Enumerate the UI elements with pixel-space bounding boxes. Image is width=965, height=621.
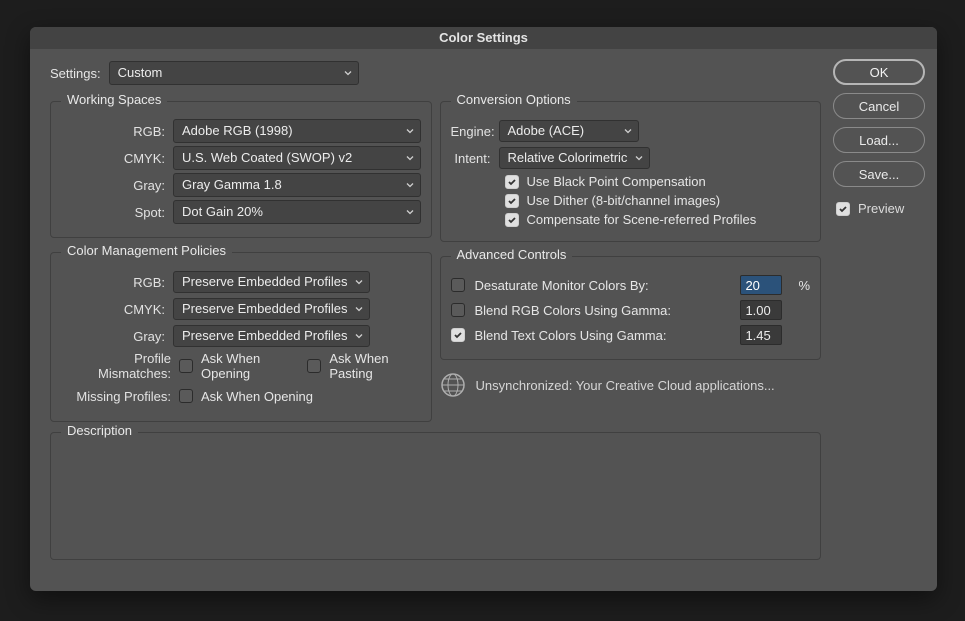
preview-label: Preview [858,201,904,216]
ws-spot-select[interactable]: Dot Gain 20% [173,200,421,224]
pol-rgb-value: Preserve Embedded Profiles [182,272,347,292]
unsync-text: Unsynchronized: Your Creative Cloud appl… [476,378,775,393]
intent-value: Relative Colorimetric [508,148,628,168]
working-spaces-legend: Working Spaces [61,92,167,107]
missing-open-checkbox[interactable]: Ask When Opening [179,389,313,404]
advanced-legend: Advanced Controls [451,247,573,262]
description-legend: Description [61,423,138,438]
ws-gray-label: Gray: [61,178,173,193]
chevron-down-icon [355,305,363,313]
bpc-text: Use Black Point Compensation [527,174,706,189]
chevron-down-icon [406,181,414,189]
desat-input[interactable] [740,275,782,295]
checkbox-icon [179,389,193,403]
blend-text-checkbox[interactable] [451,328,465,342]
blend-rgb-checkbox[interactable] [451,303,465,317]
settings-select-value: Custom [118,62,163,84]
mismatch-open-text: Ask When Opening [201,351,297,381]
engine-select[interactable]: Adobe (ACE) [499,120,639,142]
pol-cmyk-label: CMYK: [61,302,173,317]
ws-spot-value: Dot Gain 20% [182,201,263,223]
chevron-down-icon [635,154,643,162]
mismatch-open-checkbox[interactable]: Ask When Opening [179,351,297,381]
desat-label: Desaturate Monitor Colors By: [475,278,731,293]
ok-button[interactable]: OK [833,59,925,85]
chevron-down-icon [406,154,414,162]
missing-open-text: Ask When Opening [201,389,313,404]
advanced-group: Advanced Controls Desaturate Monitor Col… [440,256,822,360]
chevron-down-icon [624,127,632,135]
desat-checkbox[interactable] [451,278,465,292]
ws-rgb-value: Adobe RGB (1998) [182,120,293,142]
pol-cmyk-value: Preserve Embedded Profiles [182,299,347,319]
ws-cmyk-value: U.S. Web Coated (SWOP) v2 [182,147,352,169]
mismatch-paste-text: Ask When Pasting [329,351,420,381]
settings-select[interactable]: Custom [109,61,359,85]
blend-text-label: Blend Text Colors Using Gamma: [475,328,731,343]
checkbox-icon [505,175,519,189]
ws-spot-label: Spot: [61,205,173,220]
pol-gray-label: Gray: [61,329,173,344]
scene-text: Compensate for Scene-referred Profiles [527,212,757,227]
blend-rgb-input[interactable] [740,300,782,320]
mismatch-label: Profile Mismatches: [61,351,179,381]
desat-pct: % [798,278,810,293]
settings-label: Settings: [50,66,101,81]
color-settings-dialog: Color Settings Settings: Custom Working … [30,27,937,591]
preview-checkbox[interactable] [836,202,850,216]
ws-gray-select[interactable]: Gray Gamma 1.8 [173,173,421,197]
policies-group: Color Management Policies RGB: Preserve … [50,252,432,422]
pol-gray-value: Preserve Embedded Profiles [182,326,347,346]
working-spaces-group: Working Spaces RGB: Adobe RGB (1998) [50,101,432,238]
ws-cmyk-label: CMYK: [61,151,173,166]
ws-cmyk-select[interactable]: U.S. Web Coated (SWOP) v2 [173,146,421,170]
dither-checkbox[interactable]: Use Dither (8-bit/channel images) [505,193,721,208]
pol-rgb-select[interactable]: Preserve Embedded Profiles [173,271,370,293]
intent-select[interactable]: Relative Colorimetric [499,147,651,169]
checkbox-icon [179,359,193,373]
engine-label: Engine: [451,124,499,139]
checkbox-icon [307,359,321,373]
pol-cmyk-select[interactable]: Preserve Embedded Profiles [173,298,370,320]
policies-legend: Color Management Policies [61,243,232,258]
chevron-down-icon [355,332,363,340]
intent-label: Intent: [451,151,499,166]
pol-rgb-label: RGB: [61,275,173,290]
dither-text: Use Dither (8-bit/channel images) [527,193,721,208]
pol-gray-select[interactable]: Preserve Embedded Profiles [173,325,370,347]
load-button[interactable]: Load... [833,127,925,153]
mismatch-paste-checkbox[interactable]: Ask When Pasting [307,351,420,381]
chevron-down-icon [406,127,414,135]
chevron-down-icon [344,69,352,77]
dialog-title: Color Settings [30,27,937,49]
cancel-button[interactable]: Cancel [833,93,925,119]
ws-gray-value: Gray Gamma 1.8 [182,174,282,196]
ws-rgb-label: RGB: [61,124,173,139]
missing-label: Missing Profiles: [61,389,179,404]
ws-rgb-select[interactable]: Adobe RGB (1998) [173,119,421,143]
save-button[interactable]: Save... [833,161,925,187]
blend-rgb-label: Blend RGB Colors Using Gamma: [475,303,731,318]
chevron-down-icon [355,278,363,286]
scene-checkbox[interactable]: Compensate for Scene-referred Profiles [505,212,757,227]
engine-value: Adobe (ACE) [508,121,585,141]
blend-text-input[interactable] [740,325,782,345]
checkbox-icon [505,213,519,227]
conversion-group: Conversion Options Engine: Adobe (ACE) [440,101,822,242]
unsync-icon [440,372,466,398]
conversion-legend: Conversion Options [451,92,577,107]
checkbox-icon [505,194,519,208]
description-group: Description [50,432,821,560]
chevron-down-icon [406,208,414,216]
bpc-checkbox[interactable]: Use Black Point Compensation [505,174,706,189]
